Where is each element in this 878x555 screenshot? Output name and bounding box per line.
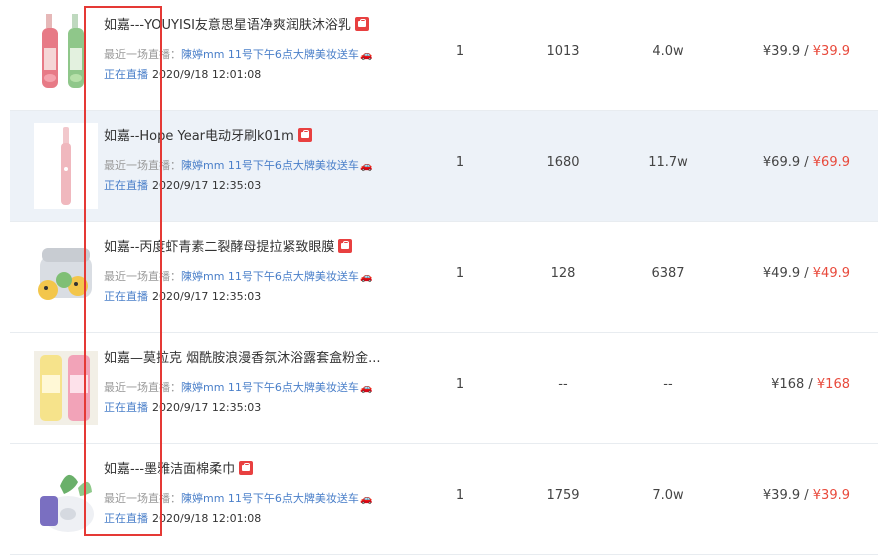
table-row[interactable]: 如嘉--丙度虾青素二裂酵母提拉紧致眼膜 最近一场直播：陳婷mm 11号下午6点大… — [10, 222, 878, 333]
recent-live: 最近一场直播：陳婷mm 11号下午6点大牌美妆送车🚗 — [104, 490, 373, 506]
price-cell: ¥39.9 / ¥39.9 — [730, 44, 850, 59]
price-original: ¥39.9 / — [762, 44, 809, 59]
product-title[interactable]: 如嘉---YOUYISI友意思星语净爽润肤沐浴乳 — [104, 18, 351, 33]
recent-live: 最近一场直播：陳婷mm 11号下午6点大牌美妆送车🚗 — [104, 157, 373, 173]
price-sale: ¥39.9 — [812, 488, 850, 503]
product-table: 如嘉---YOUYISI友意思星语净爽润肤沐浴乳 最近一场直播：陳婷mm 11号… — [10, 0, 878, 555]
live-time: 2020/9/18 12:01:08 — [152, 68, 262, 81]
product-thumbnail[interactable] — [34, 345, 98, 431]
live-status: 正在直播 2020/9/18 12:01:08 — [104, 66, 261, 82]
live-shop-icon[interactable] — [297, 128, 312, 142]
price-original: ¥69.9 / — [762, 155, 809, 170]
recent-live-link[interactable]: 陳婷mm 11号下午6点大牌美妆送车 — [181, 48, 359, 61]
col-revenue: 4.0w — [652, 44, 684, 59]
col-revenue: 11.7w — [648, 155, 688, 170]
product-thumbnail[interactable] — [34, 456, 98, 542]
recent-live: 最近一场直播：陳婷mm 11号下午6点大牌美妆送车🚗 — [104, 379, 373, 395]
product-title-row[interactable]: 如嘉--丙度虾青素二裂酵母提拉紧致眼膜 — [104, 236, 353, 255]
live-time: 2020/9/17 12:35:03 — [152, 290, 262, 303]
product-thumbnail[interactable] — [34, 123, 98, 209]
col-revenue: 6387 — [651, 266, 685, 281]
price-original: ¥49.9 / — [762, 266, 809, 281]
recent-live-label: 最近一场直播： — [104, 270, 181, 283]
price-cell: ¥69.9 / ¥69.9 — [730, 155, 850, 170]
price-sale: ¥49.9 — [812, 266, 850, 281]
price-sale: ¥168 — [816, 377, 850, 392]
price-cell: ¥49.9 / ¥49.9 — [730, 266, 850, 281]
product-title-row[interactable]: 如嘉---墨雅洁面棉柔巾 — [104, 458, 254, 477]
col-sales: -- — [558, 377, 568, 392]
product-thumbnail[interactable] — [34, 12, 98, 98]
recent-live: 最近一场直播：陳婷mm 11号下午6点大牌美妆送车🚗 — [104, 268, 373, 284]
live-time: 2020/9/17 12:35:03 — [152, 179, 262, 192]
product-thumbnail[interactable] — [34, 234, 98, 320]
col-sales: 1013 — [546, 44, 580, 59]
live-status-label[interactable]: 正在直播 — [104, 512, 148, 525]
live-status: 正在直播 2020/9/18 12:01:08 — [104, 510, 261, 526]
recent-live-link[interactable]: 陳婷mm 11号下午6点大牌美妆送车 — [181, 159, 359, 172]
col-sales: 1680 — [546, 155, 580, 170]
price-original: ¥39.9 / — [762, 488, 809, 503]
live-time: 2020/9/17 12:35:03 — [152, 401, 262, 414]
product-title[interactable]: 如嘉---墨雅洁面棉柔巾 — [104, 462, 235, 477]
recent-live-label: 最近一场直播： — [104, 381, 181, 394]
col-count: 1 — [455, 155, 465, 170]
car-icon: 🚗 — [359, 272, 373, 283]
col-sales: 1759 — [546, 488, 580, 503]
live-status: 正在直播 2020/9/17 12:35:03 — [104, 399, 261, 415]
product-title[interactable]: 如嘉—莫拉克 烟酰胺浪漫香氛沐浴露套盒粉金... — [104, 351, 381, 366]
col-revenue: 7.0w — [652, 488, 684, 503]
recent-live-label: 最近一场直播： — [104, 48, 181, 61]
live-shop-icon[interactable] — [354, 17, 369, 31]
live-time: 2020/9/18 12:01:08 — [152, 512, 262, 525]
price-original: ¥168 / — [771, 377, 813, 392]
col-count: 1 — [455, 377, 465, 392]
table-row[interactable]: 如嘉--Hope Year电动牙刷k01m 最近一场直播：陳婷mm 11号下午6… — [10, 111, 878, 222]
live-status: 正在直播 2020/9/17 12:35:03 — [104, 177, 261, 193]
table-row[interactable]: 如嘉---墨雅洁面棉柔巾 最近一场直播：陳婷mm 11号下午6点大牌美妆送车🚗 … — [10, 444, 878, 555]
product-title-row[interactable]: 如嘉—莫拉克 烟酰胺浪漫香氛沐浴露套盒粉金... — [104, 347, 381, 366]
recent-live-link[interactable]: 陳婷mm 11号下午6点大牌美妆送车 — [181, 492, 359, 505]
col-count: 1 — [455, 488, 465, 503]
product-title[interactable]: 如嘉--丙度虾青素二裂酵母提拉紧致眼膜 — [104, 240, 334, 255]
live-shop-icon[interactable] — [338, 239, 353, 253]
price-cell: ¥39.9 / ¥39.9 — [730, 488, 850, 503]
live-status-label[interactable]: 正在直播 — [104, 290, 148, 303]
recent-live-link[interactable]: 陳婷mm 11号下午6点大牌美妆送车 — [181, 381, 359, 394]
col-count: 1 — [455, 266, 465, 281]
col-sales: 128 — [550, 266, 576, 281]
live-status-label[interactable]: 正在直播 — [104, 401, 148, 414]
price-sale: ¥39.9 — [812, 44, 850, 59]
live-status: 正在直播 2020/9/17 12:35:03 — [104, 288, 261, 304]
live-shop-icon[interactable] — [239, 461, 254, 475]
recent-live-label: 最近一场直播： — [104, 159, 181, 172]
car-icon: 🚗 — [359, 494, 373, 505]
live-status-label[interactable]: 正在直播 — [104, 179, 148, 192]
live-status-label[interactable]: 正在直播 — [104, 68, 148, 81]
product-title-row[interactable]: 如嘉---YOUYISI友意思星语净爽润肤沐浴乳 — [104, 14, 369, 33]
price-sale: ¥69.9 — [812, 155, 850, 170]
car-icon: 🚗 — [359, 50, 373, 61]
recent-live-label: 最近一场直播： — [104, 492, 181, 505]
recent-live-link[interactable]: 陳婷mm 11号下午6点大牌美妆送车 — [181, 270, 359, 283]
table-row[interactable]: 如嘉—莫拉克 烟酰胺浪漫香氛沐浴露套盒粉金... 最近一场直播：陳婷mm 11号… — [10, 333, 878, 444]
product-title-row[interactable]: 如嘉--Hope Year电动牙刷k01m — [104, 125, 312, 144]
col-revenue: -- — [663, 377, 673, 392]
product-title[interactable]: 如嘉--Hope Year电动牙刷k01m — [104, 129, 294, 144]
col-count: 1 — [455, 44, 465, 59]
price-cell: ¥168 / ¥168 — [730, 377, 850, 392]
car-icon: 🚗 — [359, 383, 373, 394]
table-row[interactable]: 如嘉---YOUYISI友意思星语净爽润肤沐浴乳 最近一场直播：陳婷mm 11号… — [10, 0, 878, 111]
car-icon: 🚗 — [359, 161, 373, 172]
recent-live: 最近一场直播：陳婷mm 11号下午6点大牌美妆送车🚗 — [104, 46, 373, 62]
